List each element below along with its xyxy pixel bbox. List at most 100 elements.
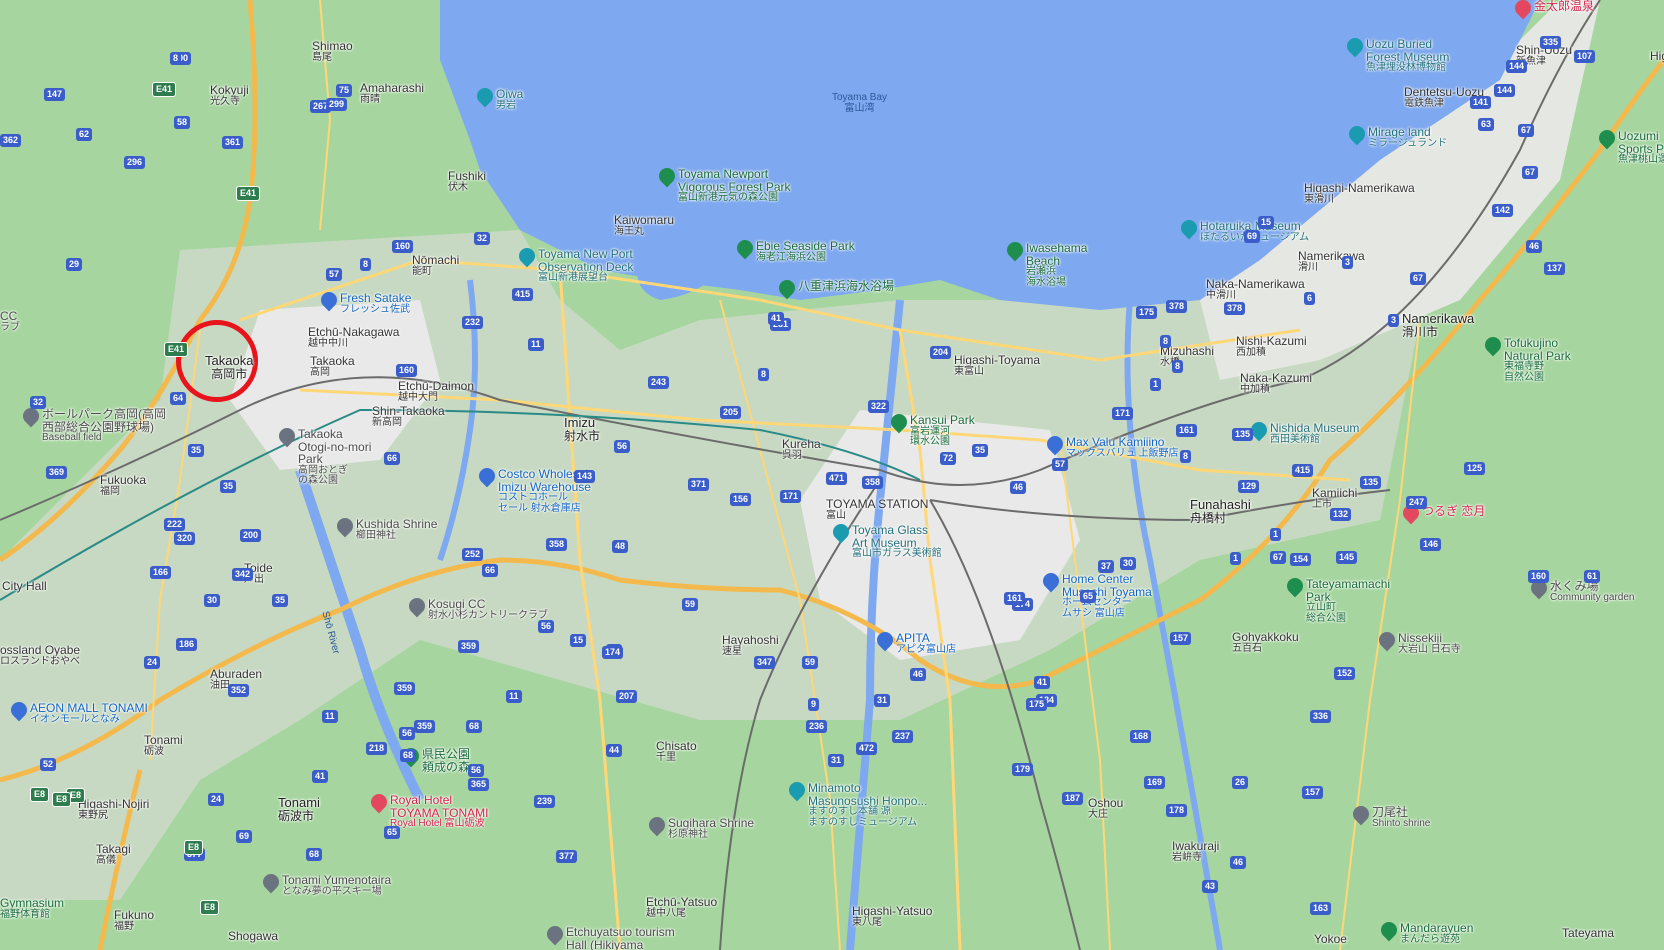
poi-marker-icon[interactable] (733, 236, 757, 262)
poi-marker-icon[interactable] (515, 244, 539, 270)
place-label-fukuno[interactable]: Fukuno 福野 (114, 909, 154, 932)
poi-marker-icon[interactable] (1481, 333, 1505, 359)
place-label-kosugi[interactable]: Kosugi CC 射水小杉カントリークラブ (428, 598, 548, 621)
place-label-takaoka-st[interactable]: Takaoka 高岡 (310, 355, 355, 378)
place-label-amaharashi[interactable]: Amaharashi 雨晴 (360, 82, 424, 105)
place-label-kamiichi[interactable]: Kamiichi 上市 (1312, 487, 1357, 510)
place-label-aeon[interactable]: AEON MALL TONAMI イオンモールとなみ (30, 702, 148, 725)
poi-marker-icon[interactable] (275, 424, 299, 450)
poi-marker-icon[interactable] (317, 288, 341, 314)
place-label-imizu[interactable]: Imizu 射水市 (564, 416, 600, 442)
place-label-tonami-st[interactable]: Tonami 砺波 (144, 734, 183, 757)
place-label-etchu-nakagawa[interactable]: Etchū-Nakagawa 越中中川 (308, 326, 399, 349)
poi-marker-icon[interactable] (887, 410, 911, 436)
place-label-naka-kazumi[interactable]: Naka-Kazumi 中加積 (1240, 372, 1312, 395)
place-label-minamoto[interactable]: Minamoto Masunosushi Honpo... ますのすし本舗 源 ま… (808, 782, 927, 828)
poi-marker-icon[interactable] (1283, 574, 1307, 600)
place-label-tsurugi[interactable]: つるぎ 恋月 (1422, 505, 1485, 518)
place-label-takagi[interactable]: Takagi 高儀 (96, 843, 131, 866)
poi-marker-icon[interactable] (1595, 126, 1619, 152)
place-label-sugihara[interactable]: Sugihara Shrine 杉原神社 (668, 817, 754, 840)
place-label-fresh-satake[interactable]: Fresh Satake フレッシュ佐武 (340, 292, 411, 315)
place-label-oshou[interactable]: Oshou 大庄 (1088, 797, 1123, 820)
place-label-tofukujino[interactable]: Tofukujino Natural Park 東福寺野 自然公園 (1504, 337, 1571, 383)
place-label-mandarayuen[interactable]: Mandarayuen まんだら遊苑 (1400, 922, 1473, 945)
place-label-mirageland[interactable]: Mirage land ミラージュランド (1368, 126, 1447, 149)
place-label-ebie[interactable]: Ebie Seaside Park 海老江海浜公園 (756, 240, 855, 263)
place-label-etchuyatsuo-tour[interactable]: Etchuyatsuo tourism Hall (Hikiyama (566, 926, 675, 950)
place-label-toyama-station[interactable]: TOYAMA STATION 富山 (826, 498, 928, 521)
place-label-maxvalu[interactable]: Max Valu Kamiiino マックスバリュ 上飯野店 (1066, 436, 1178, 459)
place-label-oiwa[interactable]: Oiwa 男岩 (496, 88, 523, 111)
place-label-kansui[interactable]: Kansui Park 富岩運河 環水公園 (910, 414, 975, 448)
place-label-iwasehama[interactable]: Iwasehama Beach 岩瀬浜 海水浴場 (1026, 242, 1087, 288)
place-label-naka-namerikawa[interactable]: Naka-Namerikawa 中滑川 (1206, 278, 1305, 301)
poi-marker-icon[interactable] (7, 698, 31, 724)
place-label-nishida[interactable]: Nishida Museum 西田美術館 (1270, 422, 1359, 445)
place-label-kushida[interactable]: Kushida Shrine 櫛田神社 (356, 518, 437, 541)
poi-marker-icon[interactable] (775, 276, 799, 302)
place-label-kureha[interactable]: Kureha 呉羽 (782, 438, 821, 461)
place-label-higashi-yatsuo[interactable]: Higashi-Yatsuo 東八尾 (852, 905, 932, 928)
poi-marker-icon[interactable] (1345, 122, 1369, 148)
place-label-funahashi[interactable]: Funahashi 舟橋村 (1190, 498, 1251, 524)
poi-marker-icon[interactable] (543, 922, 567, 948)
place-label-tateyamamachi[interactable]: Tateyamamachi Park 立山町 総合公園 (1306, 578, 1390, 624)
poi-marker-icon[interactable] (333, 514, 357, 540)
place-label-namerikawa-st[interactable]: Namerikawa 滑川 (1298, 250, 1365, 273)
place-label-hachijutsu[interactable]: 八重津浜海水浴場 (798, 280, 894, 293)
place-label-kaiwomaru[interactable]: Kaiwomaru 海王丸 (614, 214, 674, 237)
poi-marker-icon[interactable] (829, 520, 853, 546)
map-canvas[interactable]: Toyama Bay 富山湾 Shō River Shimao 島尾 Kokyuji… (0, 0, 1664, 950)
poi-marker-icon[interactable] (1527, 576, 1551, 602)
place-label-cc-left[interactable]: CC ラブ (0, 310, 20, 333)
poi-marker-icon[interactable] (19, 404, 43, 430)
place-label-fushiki[interactable]: Fushiki 伏木 (448, 170, 486, 193)
place-label-kintarou[interactable]: 金太郎温泉 (1534, 0, 1594, 13)
place-label-tateyama[interactable]: Tateyama (1562, 927, 1614, 940)
poi-marker-icon[interactable] (475, 464, 499, 490)
place-label-crossland[interactable]: ossland Oyabe ロスランドおやべ (0, 644, 80, 667)
place-label-etchu-yatsuo[interactable]: Etchū-Yatsuo 越中八尾 (646, 896, 717, 919)
place-label-observation[interactable]: Toyama New Port Observation Deck 富山新港展望台 (538, 248, 633, 284)
poi-marker-icon[interactable] (1003, 238, 1027, 264)
poi-marker-icon[interactable] (1177, 216, 1201, 242)
place-label-royal-hotel[interactable]: Royal Hotel TOYAMA TONAMI Royal Hotel 富山砺… (390, 794, 488, 830)
place-label-gymnasium[interactable]: Gymnasium 福野体育館 (0, 897, 64, 920)
poi-marker-icon[interactable] (1511, 0, 1535, 22)
place-label-fukuoka[interactable]: Fukuoka 福岡 (100, 474, 146, 497)
place-label-higashi-toyama[interactable]: Higashi-Toyama 東富山 (954, 354, 1040, 377)
place-label-namerikawa-city[interactable]: Namerikawa 滑川市 (1402, 312, 1474, 338)
poi-marker-icon[interactable] (655, 164, 679, 190)
place-label-higashi-nojiri[interactable]: Higashi-Nojiri 東野尻 (78, 798, 149, 821)
place-label-etchu-daimon[interactable]: Etchū-Daimon 越中大門 (398, 380, 474, 403)
place-label-apita[interactable]: APITA アピタ富山店 (896, 632, 956, 655)
poi-marker-icon[interactable] (473, 84, 497, 110)
place-label-mizuhashi[interactable]: Mizuhashi 水橋 (1160, 345, 1214, 368)
place-label-nishi-kazumi[interactable]: Nishi-Kazumi 西加積 (1236, 335, 1307, 358)
place-label-mizukumiba[interactable]: 水くみ場 Community garden (1550, 580, 1634, 603)
poi-marker-icon[interactable] (1039, 569, 1063, 595)
poi-marker-icon[interactable] (645, 813, 669, 839)
place-label-chisato[interactable]: Chisato 千里 (656, 740, 697, 763)
place-label-toukasha[interactable]: 刀尾社 Shinto shrine (1372, 806, 1430, 829)
place-label-ballpark[interactable]: ボールパーク高岡(高岡 西部総合公園野球場) Baseball field (42, 408, 166, 444)
takaoka-city-label[interactable]: Takaoka 高岡市 (205, 354, 253, 380)
place-label-nomachi[interactable]: Nōmachi 能町 (412, 254, 459, 277)
place-label-takaoka-park[interactable]: Takaoka Otogi-no-mori Park 高岡おとぎ の森公園 (298, 428, 371, 487)
place-label-hayahoshi[interactable]: Hayahoshi 速星 (722, 634, 779, 657)
place-label-kenmin[interactable]: 県民公園 頼成の森 (422, 748, 470, 773)
place-label-higa[interactable]: Hig (1650, 50, 1664, 63)
poi-marker-icon[interactable] (259, 870, 283, 896)
place-label-glass-museum[interactable]: Toyama Glass Art Museum 富山市ガラス美術館 (852, 524, 942, 560)
poi-marker-icon[interactable] (405, 594, 429, 620)
place-label-kokyuji[interactable]: Kokyuji 光久寺 (210, 84, 249, 107)
poi-marker-icon[interactable] (873, 628, 897, 654)
poi-marker-icon[interactable] (1043, 432, 1067, 458)
poi-marker-icon[interactable] (1343, 34, 1367, 60)
poi-marker-icon[interactable] (1377, 918, 1401, 944)
place-label-gohyakkoku[interactable]: Gohyakkoku 五百石 (1232, 631, 1299, 654)
place-label-toyama-newport[interactable]: Toyama Newport Vigorous Forest Park 富山新港元… (678, 168, 791, 204)
place-label-yokoe[interactable]: Yokoe (1314, 933, 1347, 946)
place-label-higashi-namerikawa[interactable]: Higashi-Namerikawa 東滑川 (1304, 182, 1415, 205)
